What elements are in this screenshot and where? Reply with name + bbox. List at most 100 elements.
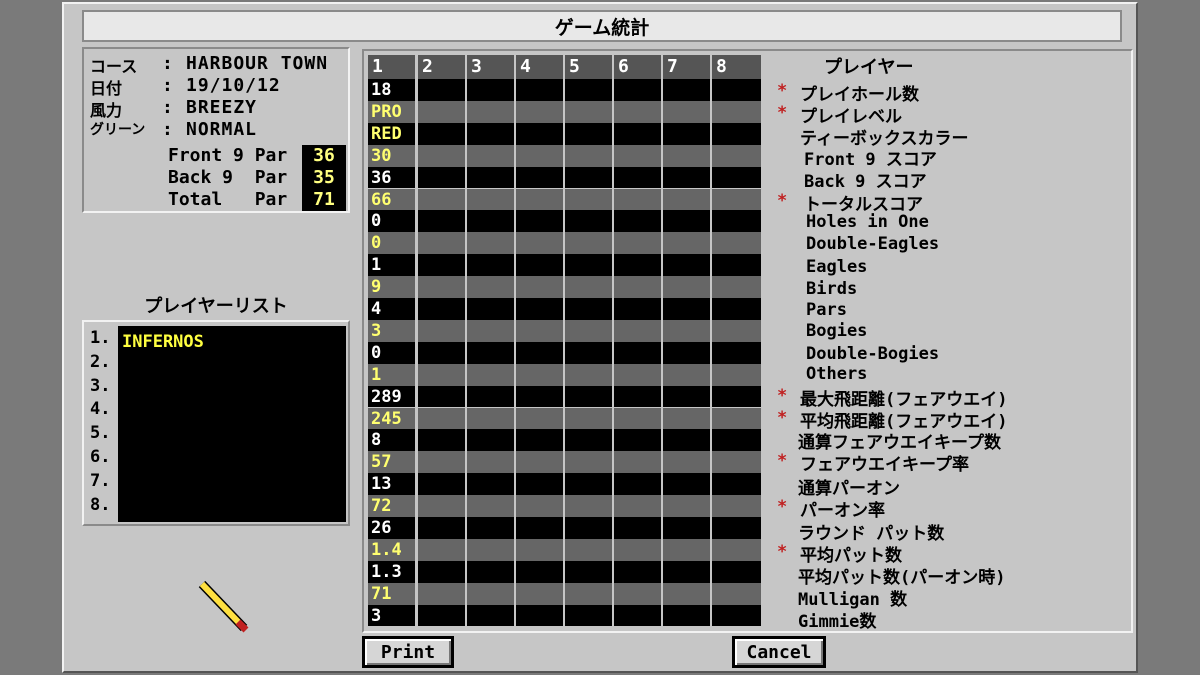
grid-cell [418, 319, 467, 342]
total-par-row: Total Par 71 [168, 189, 346, 211]
star-marker-icon: * [777, 103, 788, 123]
grid-cell [516, 385, 565, 408]
grid-cell [565, 429, 614, 452]
grid-cell: 1 [368, 363, 417, 386]
grid-cell [712, 473, 763, 496]
star-marker-icon: * [777, 191, 788, 211]
grid-cell: 3 [368, 604, 417, 627]
grid-cell [467, 385, 516, 408]
grid-cell: 0 [368, 232, 417, 255]
grid-cell [663, 319, 712, 342]
stat-label[interactable]: Pars [806, 300, 847, 320]
stat-label[interactable]: Holes in One [806, 212, 929, 232]
grid-cell [418, 188, 467, 211]
stat-value: 30 [371, 145, 392, 166]
grid-cell [614, 210, 663, 233]
grid-cell [467, 451, 516, 474]
cancel-button[interactable]: Cancel [732, 636, 826, 668]
grid-cell [467, 429, 516, 452]
grid-cell [565, 341, 614, 364]
stat-label[interactable]: Double-Bogies [806, 344, 939, 364]
stat-label[interactable]: パーオン率 [800, 496, 885, 521]
grid-cell [565, 407, 614, 430]
grid-cell [467, 232, 516, 255]
star-marker-icon: * [777, 408, 788, 428]
stat-label[interactable]: Eagles [806, 257, 867, 277]
grid-cell [565, 604, 614, 627]
stat-label[interactable]: Double-Eagles [806, 234, 939, 254]
stat-label[interactable]: Gimmie数 [798, 607, 876, 632]
grid-cell [467, 188, 516, 211]
grid-cell [418, 100, 467, 123]
grid-cell [663, 604, 712, 627]
grid-cell [712, 582, 763, 605]
grid-cell [663, 254, 712, 277]
grid-cell [712, 122, 763, 145]
grid-cell [663, 407, 712, 430]
grid-cell [418, 473, 467, 496]
stat-label[interactable]: Others [806, 364, 867, 384]
grid-cell [418, 341, 467, 364]
stat-value: 1 [371, 255, 382, 276]
grid-cell [712, 188, 763, 211]
stat-label[interactable]: Back 9 スコア [804, 167, 927, 192]
stat-value: 36 [371, 167, 392, 188]
player-slot-number: 6. [90, 447, 111, 467]
star-marker-icon: * [777, 497, 788, 517]
grid-cell [663, 363, 712, 386]
grid-cell [418, 79, 467, 101]
player-list-box[interactable]: INFERNOS [118, 326, 346, 522]
grid-cell [614, 495, 663, 517]
colon: : [162, 75, 173, 96]
grid-cell: 3 [368, 319, 417, 342]
grid-cell [712, 495, 763, 517]
grid-cell [516, 582, 565, 605]
stat-label[interactable]: Birds [806, 279, 857, 299]
grid-cell [565, 276, 614, 298]
stat-value: 245 [371, 408, 402, 429]
green-value: NORMAL [186, 119, 258, 140]
grid-cell: 57 [368, 451, 417, 474]
grid-cell [712, 604, 763, 627]
grid-cell [418, 560, 467, 583]
print-button[interactable]: Print [362, 636, 454, 668]
grid-cell [516, 319, 565, 342]
grid-cell [614, 341, 663, 364]
colon: : [162, 119, 173, 140]
grid-cell: 4 [368, 298, 417, 320]
grid-cell [663, 451, 712, 474]
grid-cell [516, 79, 565, 101]
stat-label[interactable]: フェアウエイキープ率 [800, 450, 969, 475]
grid-cell [614, 144, 663, 167]
grid-cell [467, 582, 516, 605]
stat-value: 3 [371, 320, 382, 341]
grid-cell [565, 582, 614, 605]
grid-cell [516, 495, 565, 517]
window-title: ゲーム統計 [82, 10, 1122, 42]
grid-cell [614, 363, 663, 386]
grid-cell: 289 [368, 385, 417, 408]
grid-cell [418, 144, 467, 167]
grid-cell [516, 298, 565, 320]
player-slot-number: 5. [90, 423, 111, 444]
colon: : [162, 53, 173, 74]
stat-value: 72 [371, 496, 392, 517]
grid-cell [516, 276, 565, 298]
grid-cell [418, 298, 467, 320]
grid-cell [565, 473, 614, 496]
player-entry-1[interactable]: INFERNOS [122, 332, 204, 352]
grid-cell [663, 276, 712, 298]
date-value: 19/10/12 [186, 75, 281, 96]
column-header-1: 1 [368, 55, 417, 79]
grid-cell [712, 341, 763, 364]
star-marker-icon: * [777, 451, 788, 471]
course-info-panel: コース : HARBOUR TOWN 日付 : 19/10/12 風力 : BR… [82, 47, 350, 213]
grid-cell [565, 538, 614, 561]
grid-cell [565, 122, 614, 145]
grid-cell [565, 100, 614, 123]
grid-cell: 0 [368, 210, 417, 233]
stat-label[interactable]: Bogies [806, 321, 867, 341]
grid-cell [418, 254, 467, 277]
grid-cell: 36 [368, 166, 417, 189]
grid-cell [467, 363, 516, 386]
